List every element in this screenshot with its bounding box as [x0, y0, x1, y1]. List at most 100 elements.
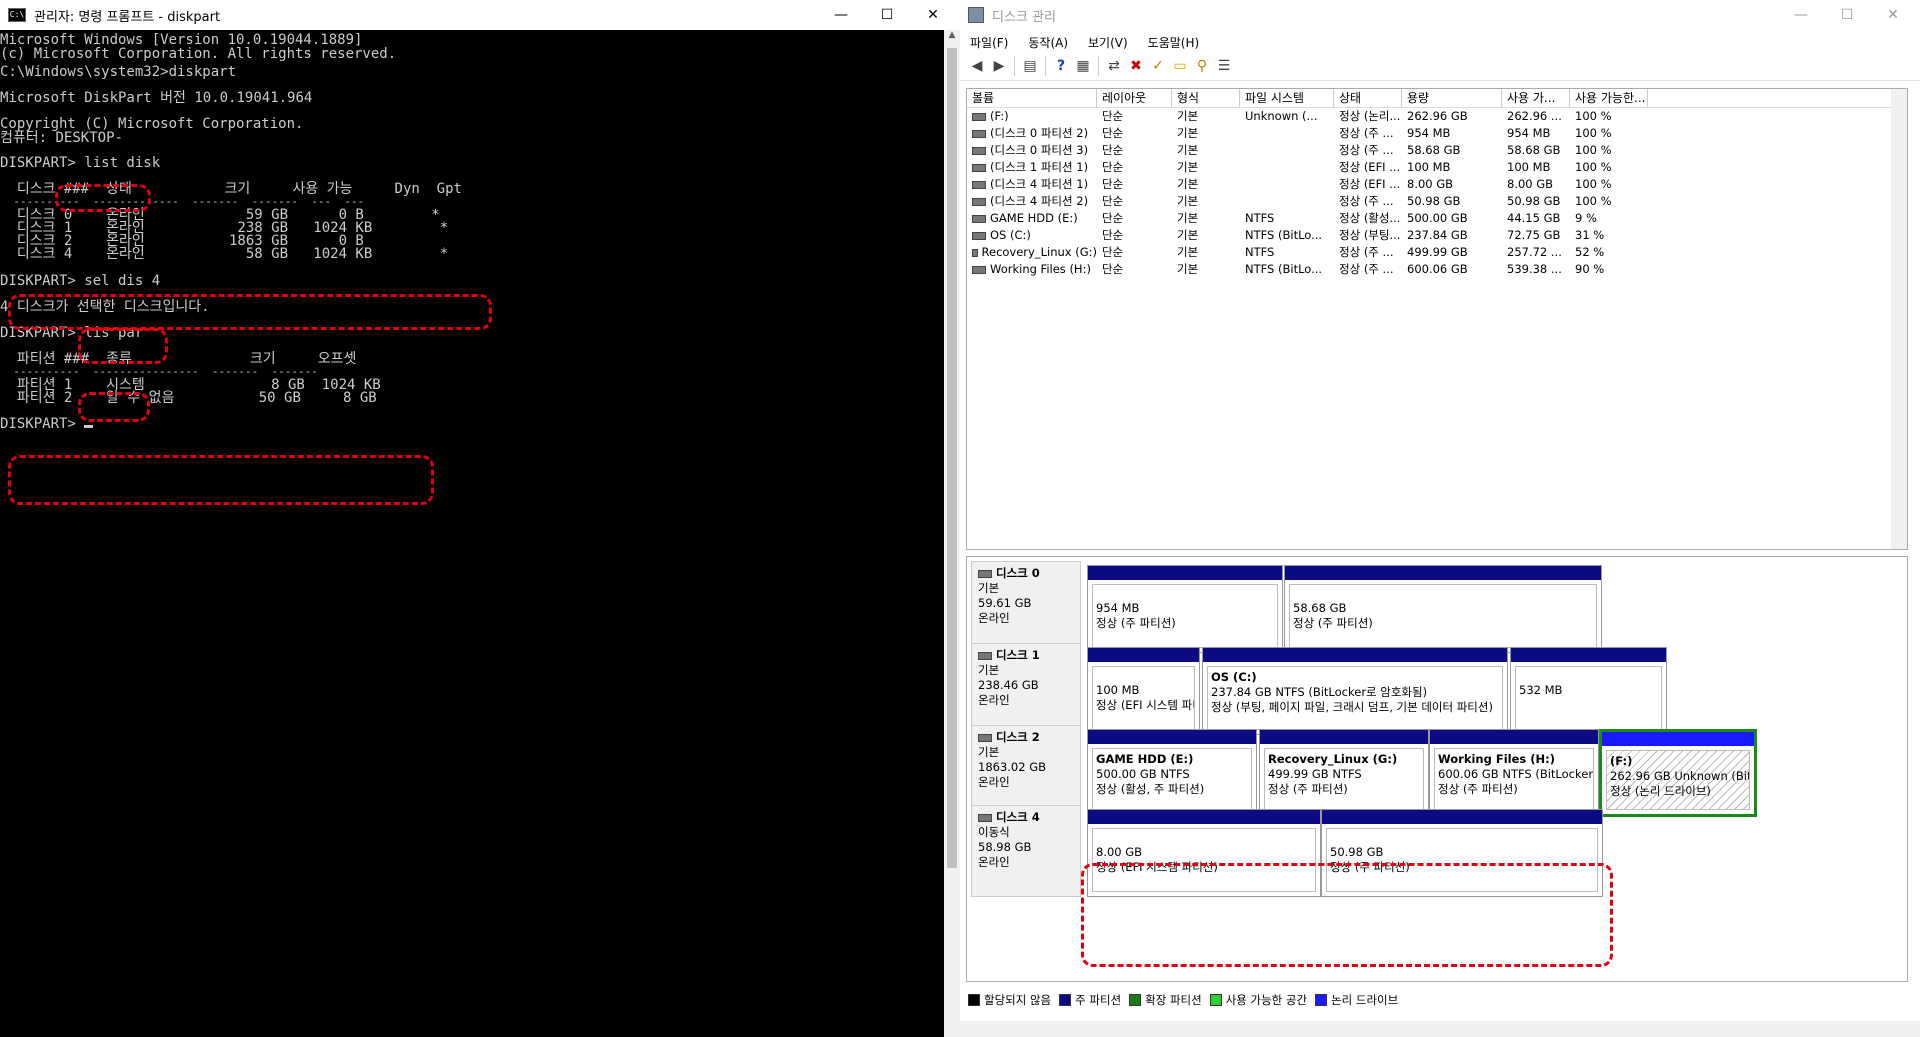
console-scrollbar[interactable]: ▲ [944, 30, 960, 1037]
col-status[interactable]: 상태 [1334, 89, 1402, 107]
disk-name-row: 디스크 4 [978, 810, 1080, 825]
minimize-icon[interactable]: — [818, 0, 864, 30]
partition-size: 100 MB [1096, 683, 1140, 697]
table-cell: 100 % [1575, 109, 1612, 123]
legend-item: 확장 파티션 [1127, 992, 1202, 1008]
volume-name: (F:) [990, 109, 1009, 123]
disk-name-row: 디스크 1 [978, 648, 1080, 663]
disk-label[interactable]: 디스크 0 기본 59.61 GB 온라인 [971, 561, 1081, 653]
volume-list-scrollbar[interactable] [1891, 89, 1907, 549]
volume-name: Recovery_Linux (G:) [981, 245, 1097, 259]
disk-row: 디스크 1기본238.46 GB온라인100 MB정상 (EFI 시스템 파티션… [971, 643, 1891, 737]
toolbar-separator [1045, 56, 1046, 76]
table-row[interactable]: GAME HDD (E:) 단순 기본 NTFS 정상 (활성... 500.00 GB 4… [967, 210, 1907, 227]
menu-action[interactable]: 동작(A) [1018, 30, 1078, 50]
col-layout[interactable]: 레이아웃 [1097, 89, 1172, 107]
col-volume[interactable]: 볼륨 [967, 89, 1097, 107]
partition-bar [1088, 730, 1256, 744]
maximize-icon[interactable]: ☐ [1824, 0, 1870, 30]
table-cell: 44.15 GB [1507, 211, 1561, 225]
disk-size: 1863.02 GB [978, 760, 1047, 774]
table-cell: 정상 (논리... [1339, 109, 1401, 123]
delete-icon[interactable]: ✖ [1125, 55, 1147, 77]
help-icon[interactable]: ? [1050, 55, 1072, 77]
table-row[interactable]: OS (C:) 단순 기본 NTFS (BitLo... 정상 (부팅... 237.84… [967, 227, 1907, 244]
table-cell: NTFS [1245, 245, 1275, 259]
table-cell: 58.68 GB [1407, 143, 1461, 157]
disk-label[interactable]: 디스크 4 이동식 58.98 GB 온라인 [971, 805, 1081, 897]
table-row[interactable]: (디스크 4 파티션 2) 단순 기본 정상 (주 ... 50.98 GB 50.98 … [967, 193, 1907, 210]
col-filesystem[interactable]: 파일 시스템 [1240, 89, 1334, 107]
table-row[interactable]: (디스크 0 파티션 3) 단순 기본 정상 (주 ... 58.68 GB 58.68 … [967, 142, 1907, 159]
connect-icon[interactable]: ⇄ [1103, 55, 1125, 77]
scroll-up-icon[interactable]: ▲ [944, 30, 960, 46]
table-cell: 72.75 GB [1507, 228, 1561, 242]
list-view-icon[interactable]: ☰ [1213, 55, 1235, 77]
check-icon[interactable]: ✓ [1147, 55, 1169, 77]
dm-titlebar[interactable]: 디스크 관리 [960, 0, 1920, 30]
col-percent-free[interactable]: 사용 가능한... [1570, 89, 1648, 107]
table-cell: 단순 [1102, 211, 1124, 225]
partition-block[interactable]: 954 MB 정상 (주 파티션) [1087, 565, 1283, 653]
forward-arrow-icon[interactable]: ▶ [988, 55, 1010, 77]
partition-block[interactable]: OS (C:) 237.84 GB NTFS (BitLocker로 암호화됨) 정… [1202, 647, 1508, 735]
table-row[interactable]: Recovery_Linux (G:) 단순 기본 NTFS 정상 (주 ... 499.… [967, 244, 1907, 261]
col-free-space[interactable]: 사용 가... [1502, 89, 1570, 107]
volume-name-cell: (디스크 1 파티션 1) [967, 159, 1097, 176]
partition-block[interactable]: 58.68 GB 정상 (주 파티션) [1284, 565, 1602, 653]
table-row[interactable]: (F:) 단순 기본 Unknown (... 정상 (논리... 262.96 GB 26… [967, 108, 1907, 125]
partition-block[interactable]: 100 MB정상 (EFI 시스템 파티션) [1087, 647, 1200, 735]
close-icon[interactable]: ✕ [910, 0, 956, 30]
table-row[interactable]: (디스크 4 파티션 1) 단순 기본 정상 (EFI ... 8.00 GB 8.00 … [967, 176, 1907, 193]
disk-name: 디스크 1 [996, 648, 1040, 662]
col-capacity[interactable]: 용량 [1402, 89, 1502, 107]
volume-list: 볼륨 레이아웃 형식 파일 시스템 상태 용량 사용 가... 사용 가능한..… [966, 88, 1908, 550]
table-cell: 954 MB [1407, 126, 1451, 140]
table-row[interactable]: Working Files (H:) 단순 기본 NTFS (BitLo... 정상 (… [967, 261, 1907, 278]
disk-row: 디스크 0 기본 59.61 GB 온라인 954 MB 정상 (주 파티션) 58.68 … [971, 561, 1891, 655]
volume-icon [972, 248, 978, 257]
cmd-window: C:\ 관리자: 명령 프롬프트 - diskpart — ☐ ✕ Micros… [0, 0, 960, 1037]
menu-help[interactable]: 도움말(H) [1138, 30, 1210, 50]
partition-size: 500.00 GB NTFS [1096, 767, 1190, 781]
partition-status: 정상 (논리 드라이브) [1610, 784, 1711, 798]
minimize-icon[interactable]: — [1778, 0, 1824, 30]
disk-icon [978, 651, 992, 660]
menu-file[interactable]: 파일(F) [960, 30, 1018, 50]
disk-name-row: 디스크 0 [978, 566, 1080, 581]
menu-view[interactable]: 보기(V) [1078, 30, 1138, 50]
search-icon[interactable]: ⚲ [1191, 55, 1213, 77]
partition-block[interactable]: GAME HDD (E:) 500.00 GB NTFS 정상 (활성, 주 파티션… [1087, 729, 1257, 817]
cmd-app-icon: C:\ [8, 8, 26, 22]
dm-bottom-scrollbar[interactable] [960, 1021, 1920, 1037]
toolbar-separator [1098, 56, 1099, 76]
legend-item: 할당되지 않음 [966, 992, 1051, 1008]
partition-size: 532 MB [1519, 683, 1563, 697]
disk-label[interactable]: 디스크 1 기본 238.46 GB 온라인 [971, 643, 1081, 735]
console-tree-icon[interactable]: ▤ [1019, 55, 1041, 77]
properties-icon[interactable]: ▦ [1072, 55, 1094, 77]
partition-size: 600.06 GB NTFS (BitLocker로 암호화 [1438, 767, 1594, 781]
partition-block[interactable]: 532 MB [1510, 647, 1667, 735]
table-row[interactable]: (디스크 1 파티션 1) 단순 기본 정상 (EFI ... 100 MB 100 MB… [967, 159, 1907, 176]
partition-size: 499.99 GB NTFS [1268, 767, 1362, 781]
partition-block[interactable]: Working Files (H:) 600.06 GB NTFS (BitLoc… [1429, 729, 1599, 817]
open-folder-icon[interactable]: ▭ [1169, 55, 1191, 77]
partition-status: 정상 (활성, 주 파티션) [1096, 782, 1205, 796]
table-cell: 100 % [1575, 126, 1612, 140]
disk-label[interactable]: 디스크 2 기본 1863.02 GB 온라인 [971, 725, 1081, 817]
console-output[interactable]: Microsoft Windows [Version 10.0.19044.18… [0, 30, 944, 1037]
table-cell: 100 % [1575, 160, 1612, 174]
partition-block[interactable]: Recovery_Linux (G:) 499.99 GB NTFS 정상 (주 파… [1259, 729, 1429, 817]
annotation-lis-par [78, 392, 150, 422]
table-cell: 237.84 GB [1407, 228, 1468, 242]
close-icon[interactable]: ✕ [1870, 0, 1916, 30]
partition-block[interactable]: (F:)262.96 GB Unknown (BitLocker로정상 (논리 … [1599, 729, 1757, 817]
maximize-icon[interactable]: ☐ [864, 0, 910, 30]
cmd-titlebar[interactable]: C:\ 관리자: 명령 프롬프트 - diskpart [0, 0, 960, 30]
table-row[interactable]: (디스크 0 파티션 2) 단순 기본 정상 (주 ... 954 MB 954 MB 10… [967, 125, 1907, 142]
col-type[interactable]: 형식 [1172, 89, 1240, 107]
scroll-thumb[interactable] [947, 48, 957, 868]
table-cell: 500.00 GB [1407, 211, 1468, 225]
back-arrow-icon[interactable]: ◀ [966, 55, 988, 77]
